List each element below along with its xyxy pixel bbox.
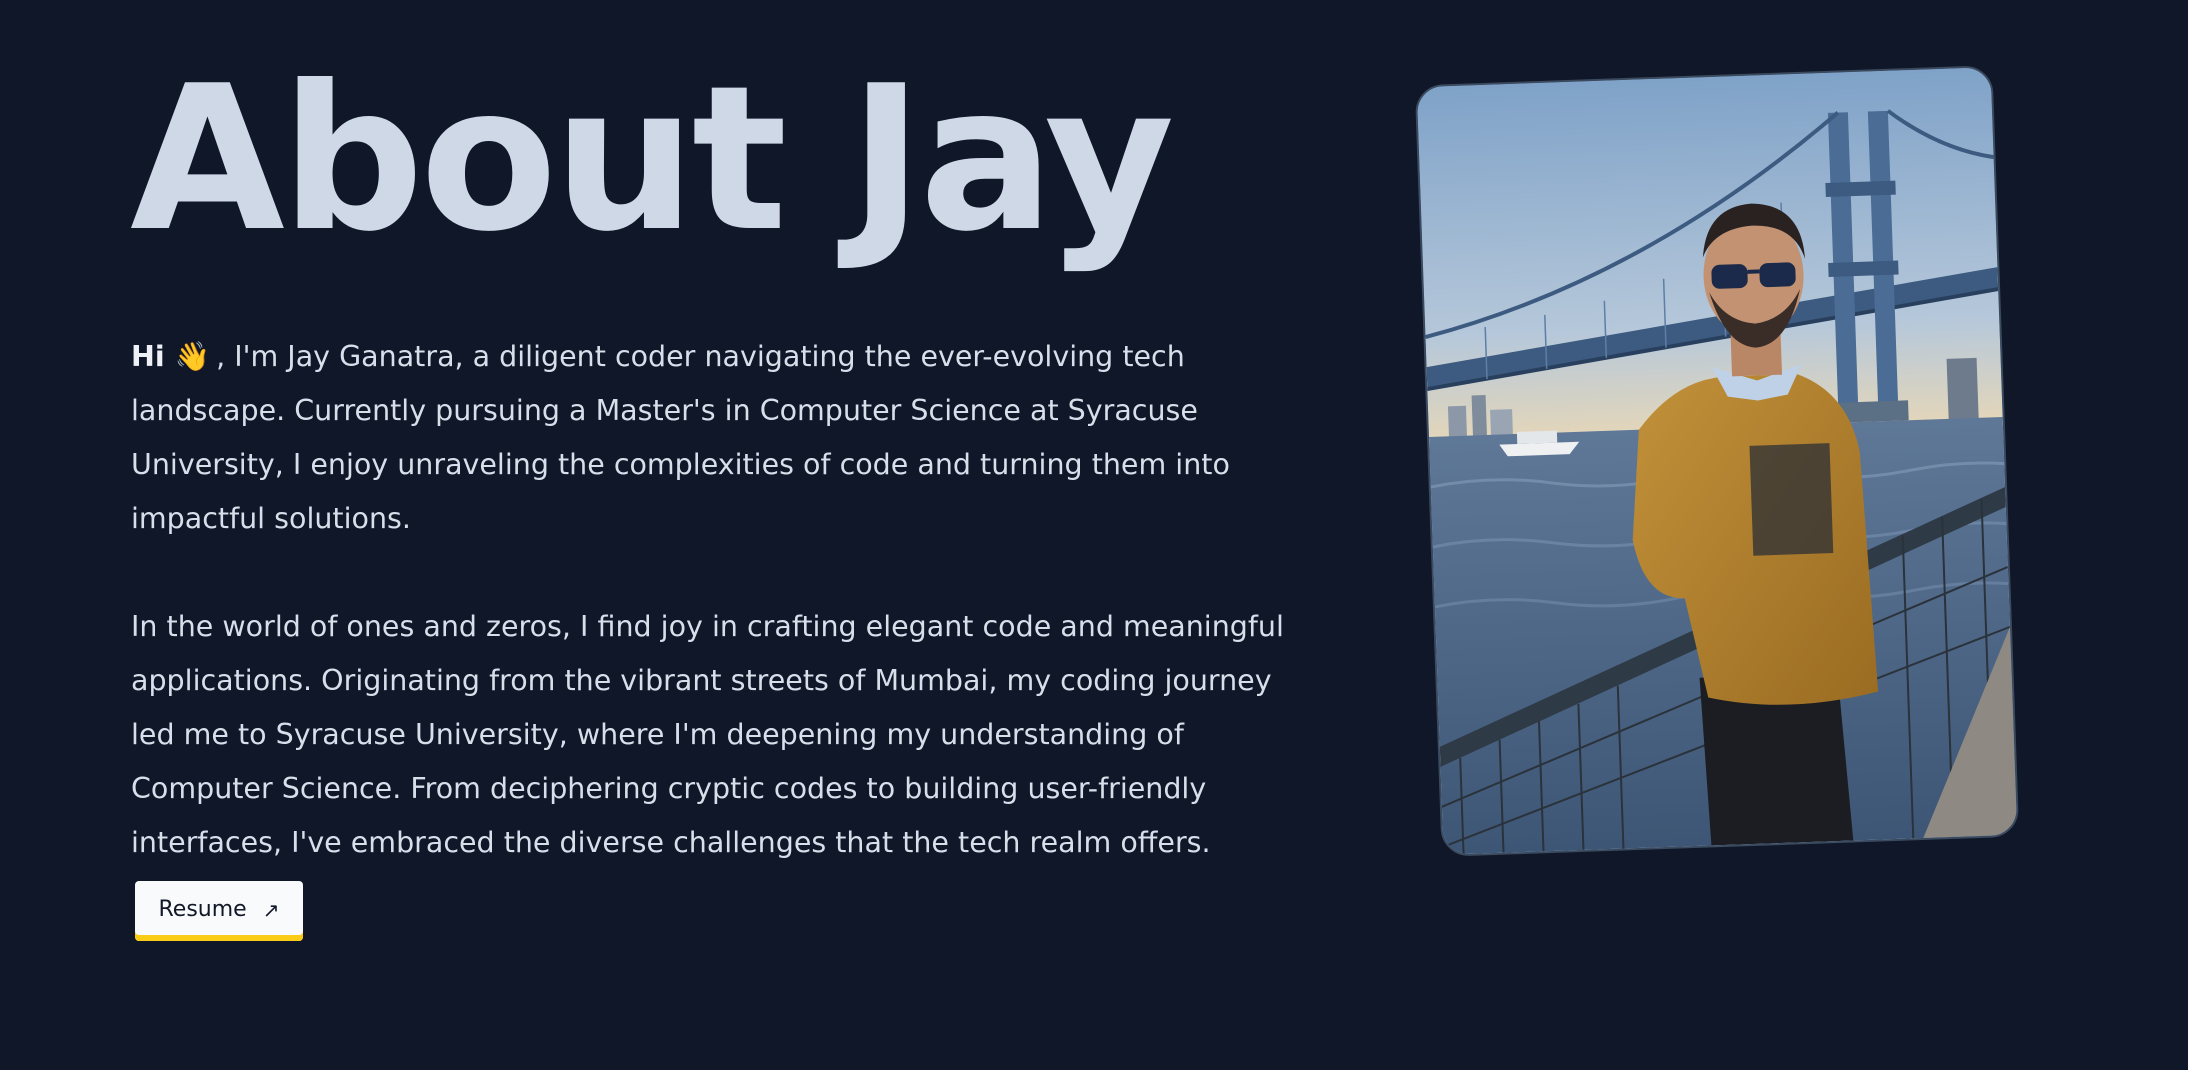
resume-button[interactable]: Resume ↗ (135, 881, 303, 941)
greeting: Hi (131, 340, 165, 373)
about-section: About Jay Hi 👋, I'm Jay Ganatra, a dilige… (0, 0, 2188, 1070)
bio-text: Hi 👋, I'm Jay Ganatra, a diligent coder n… (131, 330, 1291, 870)
arrow-up-right-icon: ↗ (262, 897, 280, 922)
profile-photo-illustration (1416, 67, 2018, 855)
page-title: About Jay (130, 43, 1175, 276)
profile-photo (1414, 65, 2020, 857)
bio-paragraph-2: In the world of ones and zeros, I find j… (131, 610, 1284, 859)
waving-hand-icon: 👋 (174, 340, 211, 373)
resume-button-label: Resume (158, 897, 247, 922)
bio-paragraph-1: Hi 👋, I'm Jay Ganatra, a diligent coder n… (131, 330, 1291, 546)
bio-paragraph-1-text: , I'm Jay Ganatra, a diligent coder navi… (131, 340, 1230, 535)
